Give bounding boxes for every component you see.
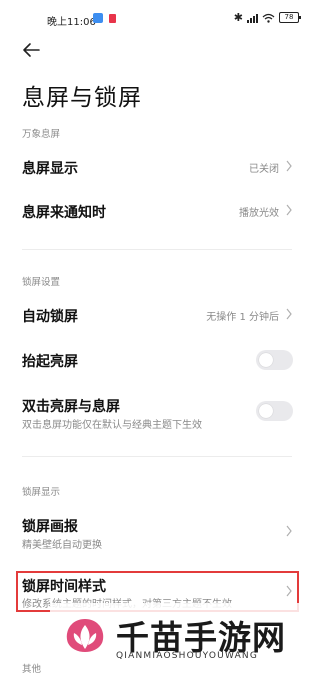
- chevron-right-icon: [286, 204, 292, 216]
- setting-lock-wallpaper[interactable]: 锁屏画报 精美壁纸自动更换: [0, 508, 313, 554]
- watermark-subtitle: QIANMIAOSHOUYOUWANG: [116, 651, 259, 661]
- chevron-right-icon: [286, 525, 292, 537]
- setting-subtitle: 双击息屏功能仅在默认与经典主题下生效: [22, 420, 202, 431]
- section-header-lock-settings: 锁屏设置: [22, 277, 61, 288]
- section-header-lock-display: 锁屏显示: [22, 487, 61, 498]
- watermark-logo: [66, 619, 104, 652]
- status-icons: ✱ 78: [233, 11, 301, 24]
- divider: [22, 249, 292, 250]
- bluetooth-icon: ✱: [233, 11, 243, 24]
- chevron-right-icon: [286, 160, 292, 172]
- section-header-other: 其他: [22, 664, 42, 675]
- chevron-right-icon: [286, 308, 292, 320]
- status-bar: 晚上11:06 ✱ 78: [0, 0, 313, 38]
- setting-title: 息屏显示: [22, 161, 78, 177]
- setting-double-tap: 双击亮屏与息屏 双击息屏功能仅在默认与经典主题下生效: [0, 388, 313, 434]
- setting-title: 自动锁屏: [22, 309, 78, 325]
- wifi-icon: [262, 13, 275, 23]
- notification-app-icon-2: [109, 14, 116, 23]
- setting-title: 息屏来通知时: [22, 205, 106, 221]
- raise-to-wake-toggle[interactable]: [256, 350, 293, 370]
- setting-value: 无操作 1 分钟后: [206, 312, 279, 323]
- double-tap-toggle[interactable]: [256, 401, 293, 421]
- setting-aod-display[interactable]: 息屏显示 已关闭: [0, 148, 313, 186]
- setting-subtitle: 精美壁纸自动更换: [22, 540, 102, 551]
- setting-title: 锁屏画报: [22, 519, 78, 535]
- setting-aod-notification[interactable]: 息屏来通知时 播放光效: [0, 192, 313, 230]
- section-header-ambient: 万象息屏: [22, 129, 61, 140]
- setting-value: 播放光效: [239, 208, 279, 219]
- setting-raise-to-wake: 抬起亮屏: [0, 341, 313, 379]
- back-arrow-icon[interactable]: [20, 40, 42, 60]
- toggle-knob: [259, 404, 273, 418]
- setting-value: 已关闭: [249, 164, 279, 175]
- setting-title: 双击亮屏与息屏: [22, 399, 120, 415]
- page-title: 息屏与锁屏: [22, 85, 142, 111]
- notification-app-icon: [93, 13, 103, 23]
- toggle-knob: [259, 353, 273, 367]
- watermark: 千苗手游网 QIANMIAOSHOUYOUWANG: [50, 603, 310, 668]
- setting-auto-lock[interactable]: 自动锁屏 无操作 1 分钟后: [0, 296, 313, 334]
- status-time: 晚上11:06: [47, 17, 96, 28]
- divider: [22, 456, 292, 457]
- signal-icon: [247, 13, 258, 23]
- setting-title: 抬起亮屏: [22, 354, 78, 370]
- battery-icon: 78: [279, 12, 301, 23]
